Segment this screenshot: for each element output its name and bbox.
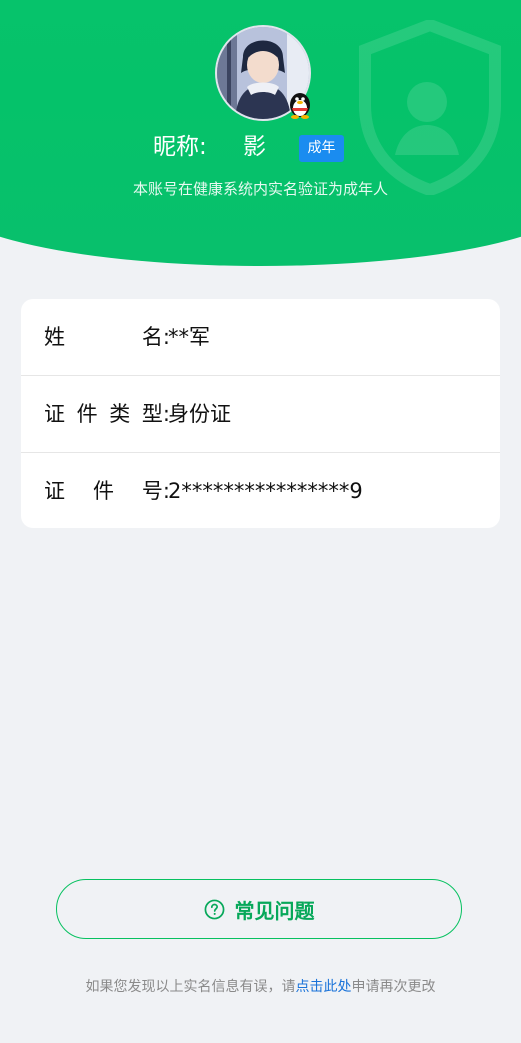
question-circle-icon [204,899,224,919]
footer-prefix: 如果您发现以上实名信息有误，请 [85,979,296,995]
nickname-label: 昵称: [153,134,207,160]
header: 昵称: 影 成年 本账号在健康系统内实名验证为成年人 [0,0,521,270]
info-label-id-number: 证 件 号: [44,479,170,503]
nickname-row: 昵称: 影 成年 [0,130,521,166]
age-badge: 成年 [299,135,344,162]
info-label-name: 姓 名: [44,325,170,349]
info-row-id-type: 证 件 类 型: 身份证 [21,376,500,453]
change-info-link[interactable]: 点击此处 [296,979,352,995]
shield-icon [359,20,501,195]
info-value-id-number: 2****************9 [168,479,363,503]
nickname-value: 影 [243,134,266,160]
info-row-name: 姓 名: **军 [21,299,500,376]
identity-card: 姓 名: **军 证 件 类 型: 身份证 证 件 号: 2**********… [21,299,500,528]
info-value-name: **军 [168,325,210,349]
faq-label: 常见问题 [234,898,315,923]
info-value-id-type: 身份证 [168,402,231,426]
footer-suffix: 申请再次更改 [351,979,436,995]
qq-penguin-icon [290,93,310,119]
info-row-id-number: 证 件 号: 2****************9 [21,453,500,528]
faq-button[interactable]: 常见问题 [56,879,462,939]
footer-note: 如果您发现以上实名信息有误，请点击此处申请再次更改 [0,976,521,996]
verify-text: 本账号在健康系统内实名验证为成年人 [132,180,388,198]
info-label-id-type: 证 件 类 型: [44,402,170,426]
avatar-container[interactable] [215,25,311,121]
